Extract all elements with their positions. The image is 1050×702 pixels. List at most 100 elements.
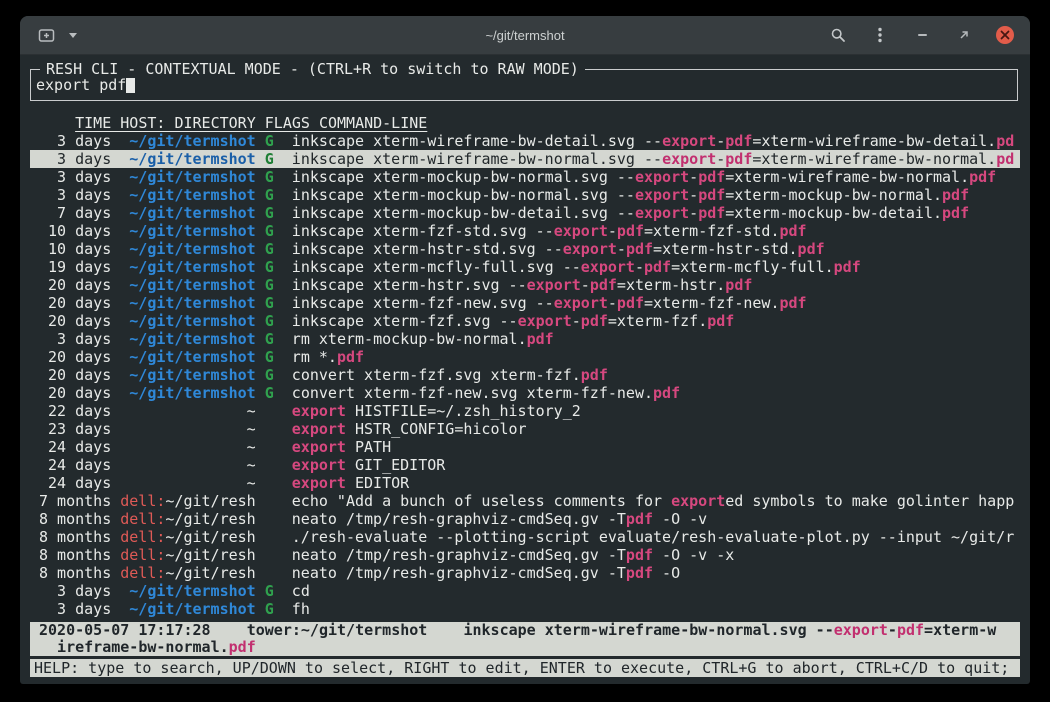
menu-button[interactable] [870,25,890,45]
history-row[interactable]: 3 days~/git/termshotGfh [30,600,1020,618]
row-directory: dell:~/git/resh [120,492,255,510]
match-highlight: export [662,150,716,168]
history-row[interactable]: 10 days~/git/termshotGinkscape xterm-hst… [30,240,1020,258]
text-segment: tower:~/git/termshot [247,622,428,639]
text-segment: echo "Add a bunch of useless comments fo… [292,492,671,510]
history-row[interactable]: 3 days~/git/termshotGinkscape xterm-mock… [30,186,1020,204]
row-git-flag: G [265,186,274,204]
close-button[interactable] [996,26,1014,44]
search-query-input[interactable]: export pdf [31,76,135,94]
row-git-flag: G [265,330,274,348]
minimize-icon [918,34,927,36]
text-segment: PATH [346,438,391,456]
history-row[interactable]: 24 days~export GIT_EDITOR [30,456,1020,474]
match-highlight: pdf [644,258,671,276]
row-command: convert xterm-fzf.svg xterm-fzf.pdf [292,366,1020,384]
history-row[interactable]: 20 days~/git/termshotGconvert xterm-fzf.… [30,366,1020,384]
row-time: 3 days [39,186,111,204]
history-row[interactable]: 20 days~/git/termshotGconvert xterm-fzf-… [30,384,1020,402]
row-directory: ~ [120,420,255,438]
minimize-button[interactable] [912,25,932,45]
row-directory: ~/git/termshot [120,150,255,168]
text-segment: ~ [247,474,256,492]
restore-button[interactable] [954,25,974,45]
row-command: convert xterm-fzf-new.svg xterm-fzf-new.… [292,384,1020,402]
history-row[interactable]: 7 monthsdell:~/git/reshecho "Add a bunch… [30,492,1020,510]
row-command: inkscape xterm-fzf-std.svg --export-pdf=… [292,222,1020,240]
row-directory: dell:~/git/resh [120,564,255,582]
history-row[interactable]: 20 days~/git/termshotGinkscape xterm-fzf… [30,294,1020,312]
text-segment: =xterm-wireframe-bw-normal. [725,168,969,186]
tab-dropdown-button[interactable] [63,25,83,45]
text-segment: - [635,258,644,276]
text-segment: - [689,168,698,186]
history-row[interactable]: 8 monthsdell:~/git/resh./resh-evaluate -… [30,528,1020,546]
row-git-flag: G [265,312,274,330]
text-segment: 2020-05-07 17:17:28 [39,622,247,639]
row-directory: ~/git/termshot [120,600,255,618]
history-row[interactable]: 3 days~/git/termshotGinkscape xterm-wire… [30,132,1020,150]
history-row[interactable]: 19 days~/git/termshotGinkscape xterm-mcf… [30,258,1020,276]
history-row[interactable]: 24 days~export PATH [30,438,1020,456]
match-highlight: export [518,312,572,330]
history-row[interactable]: 10 days~/git/termshotGinkscape xterm-fzf… [30,222,1020,240]
match-highlight: pdf [581,366,608,384]
history-row[interactable]: 3 days~/git/termshotGinkscape xterm-wire… [30,150,1020,168]
text-segment: neato /tmp/resh-graphviz-cmdSeq.gv -T [292,564,626,582]
row-git-flag: G [265,132,274,150]
history-rows: 3 days ~/git/termshot Ginkscape xterm-wire… [30,132,1020,618]
row-time: 3 days [39,330,111,348]
text-segment: inkscape xterm-hstr.svg -- [292,276,527,294]
text-segment: inkscape xterm-wireframe-bw-normal.svg -… [292,150,662,168]
row-command: rm *.pdf [292,348,1020,366]
text-segment: inkscape xterm-mcfly-full.svg -- [292,258,581,276]
terminal[interactable]: RESH CLI - CONTEXTUAL MODE - (CTRL+R to … [20,55,1030,684]
history-row[interactable]: 8 monthsdell:~/git/reshneato /tmp/resh-g… [30,510,1020,528]
text-segment: ~/git/termshot [129,348,255,366]
history-row[interactable]: 8 monthsdell:~/git/reshneato /tmp/resh-g… [30,564,1020,582]
row-git-flag: G [265,150,274,168]
row-command: ./resh-evaluate --plotting-script evalua… [292,528,1020,546]
row-directory: ~/git/termshot [120,366,255,384]
match-highlight: pdf [617,294,644,312]
history-row[interactable]: 24 days~export EDITOR [30,474,1020,492]
row-time: 3 days [39,168,111,186]
history-row[interactable]: 3 days~/git/termshotGrm xterm-mockup-bw-… [30,330,1020,348]
match-highlight: pdf [617,222,644,240]
history-row[interactable]: 3 days~/git/termshotGcd [30,582,1020,600]
row-time: 24 days [39,474,111,492]
match-highlight: export [292,474,346,492]
history-row[interactable]: 22 days~export HISTFILE=~/.zsh_history_2 [30,402,1020,420]
history-row[interactable]: 20 days~/git/termshotGinkscape xterm-fzf… [30,312,1020,330]
text-segment: neato /tmp/resh-graphviz-cmdSeq.gv -T [292,546,626,564]
history-row[interactable]: 23 days~export HSTR_CONFIG=hicolor [30,420,1020,438]
match-highlight: pdf [779,294,806,312]
text-segment: - [689,204,698,222]
search-button[interactable] [828,25,848,45]
history-row[interactable]: 3 days~/git/termshotGinkscape xterm-mock… [30,168,1020,186]
history-row[interactable]: 7 days~/git/termshotGinkscape xterm-mock… [30,204,1020,222]
help-text: HELP: type to search, UP/DOWN to select,… [34,659,1009,677]
text-segment: -O -v [653,510,707,528]
text-segment: ~/git/termshot [129,276,255,294]
history-row[interactable]: 8 monthsdell:~/git/reshneato /tmp/resh-g… [30,546,1020,564]
row-command: inkscape xterm-fzf-new.svg --export-pdf=… [292,294,1020,312]
text-segment: ~/git/termshot [129,582,255,600]
row-time: 20 days [39,276,111,294]
match-highlight: pdf [725,150,752,168]
titlebar[interactable]: ~/git/termshot [20,16,1030,55]
row-command: inkscape xterm-hstr-std.svg --export-pdf… [292,240,1020,258]
row-directory: ~/git/termshot [120,582,255,600]
row-directory: dell:~/git/resh [120,528,255,546]
history-row[interactable]: 20 days~/git/termshotGinkscape xterm-hst… [30,276,1020,294]
row-git-flag: G [265,582,274,600]
text-segment: dell: [120,528,165,546]
match-highlight: pdf [698,168,725,186]
match-highlight: pdf [798,240,825,258]
text-segment: inkscape xterm-fzf-std.svg -- [292,222,554,240]
history-row[interactable]: 20 days~/git/termshotGrm *.pdf [30,348,1020,366]
match-highlight: export [635,204,689,222]
text-segment: dell: [120,492,165,510]
row-git-flag [265,438,274,456]
new-tab-button[interactable] [36,25,56,45]
